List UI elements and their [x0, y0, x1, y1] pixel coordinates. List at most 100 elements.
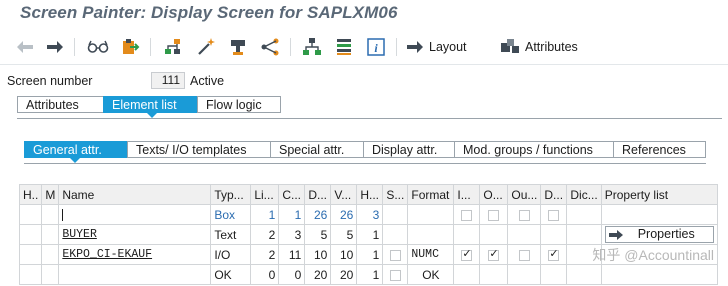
tab-references[interactable]: References	[613, 141, 706, 158]
stamp-icon[interactable]	[226, 37, 250, 57]
tab-flow-logic[interactable]: Flow logic	[197, 96, 281, 113]
hierarchy-tree-icon[interactable]	[161, 37, 185, 57]
text-cursor	[62, 209, 64, 222]
clipboard-transport-icon[interactable]	[118, 37, 142, 57]
column-header[interactable]: O...	[479, 184, 509, 205]
name-cell[interactable]	[58, 204, 212, 225]
height-cell: 1	[356, 224, 384, 245]
def-length-cell: 5	[304, 224, 332, 245]
screen-number-field[interactable]: 111	[151, 72, 185, 89]
column-header[interactable]: D...	[540, 184, 568, 205]
table-header-row: H.. M Name Typ... Li... C... D... V... H…	[18, 184, 718, 205]
attributes-button-label: Attributes	[525, 40, 578, 54]
def-length-cell: 26	[304, 204, 332, 225]
name-cell[interactable]	[58, 264, 212, 285]
name-cell[interactable]: EKPO_CI-EKAUF	[58, 244, 212, 265]
arrow-right-icon	[608, 230, 623, 240]
column-header[interactable]: H...	[356, 184, 384, 205]
format-cell: OK	[407, 264, 455, 285]
properties-button-label: Properties	[637, 227, 695, 241]
table-row[interactable]: Box 1 1 26 26 3	[18, 204, 718, 225]
column-header[interactable]: V...	[330, 184, 358, 205]
vis-length-cell: 10	[330, 244, 358, 265]
output-only-checkbox[interactable]	[518, 249, 530, 261]
column-header[interactable]: Li...	[250, 184, 280, 205]
sub-tabstrip: General attr. Texts/ I/O templates Speci…	[24, 141, 706, 158]
tab-element-list[interactable]: Element list	[103, 96, 198, 113]
column-header[interactable]: D...	[304, 184, 332, 205]
tab-attributes[interactable]: Attributes	[17, 96, 104, 113]
vis-length-cell: 5	[330, 224, 358, 245]
table-row[interactable]: OK 0 0 20 20 1 OK	[18, 264, 718, 285]
table-row[interactable]: BUYER Text 2 3 5 5 1 Properties	[18, 224, 718, 245]
arrow-right-icon	[407, 41, 423, 53]
screen-number-label: Screen number	[7, 74, 93, 88]
type-cell: I/O	[210, 244, 252, 265]
layout-button[interactable]: Layout	[406, 37, 467, 57]
line-cell: 0	[250, 264, 280, 285]
output-checkbox[interactable]	[488, 247, 500, 261]
info-icon[interactable]: i	[364, 37, 388, 57]
type-cell: Text	[210, 224, 252, 245]
format-cell: NUMC	[407, 244, 455, 265]
page-title: Screen Painter: Display Screen for SAPLX…	[20, 3, 398, 22]
column-header[interactable]: Format	[407, 184, 455, 205]
magic-wand-icon[interactable]	[194, 37, 218, 57]
layout-button-label: Layout	[429, 40, 467, 54]
tab-divider	[17, 118, 722, 119]
scroll-checkbox[interactable]	[389, 249, 401, 261]
height-cell: 3	[356, 204, 384, 225]
attributes-button[interactable]: Attributes	[500, 37, 578, 57]
column-header[interactable]: M	[41, 184, 60, 205]
stack-icon[interactable]	[332, 37, 356, 57]
element-list-table: H.. M Name Typ... Li... C... D... V... H…	[18, 184, 718, 285]
scroll-checkbox[interactable]	[389, 269, 401, 281]
back-arrow-icon[interactable]	[14, 37, 36, 57]
dict-checkbox[interactable]	[548, 247, 560, 261]
output-only-checkbox[interactable]	[518, 209, 530, 221]
input-checkbox[interactable]	[461, 247, 473, 261]
column-cell: 11	[278, 244, 306, 265]
watermark: 知乎 @Accountinall	[592, 247, 714, 263]
height-cell: 1	[356, 264, 384, 285]
height-cell: 1	[356, 244, 384, 265]
line-cell: 2	[250, 244, 280, 265]
input-checkbox[interactable]	[461, 209, 473, 221]
column-header[interactable]: S...	[382, 184, 409, 205]
column-header[interactable]: H..	[18, 184, 43, 205]
tab-texts-io-templates[interactable]: Texts/ I/O templates	[127, 141, 271, 158]
dict-checkbox[interactable]	[548, 209, 560, 221]
column-header[interactable]: Typ...	[210, 184, 252, 205]
column-header[interactable]: C...	[278, 184, 306, 205]
type-cell: Box	[210, 204, 252, 225]
name-cell[interactable]: BUYER	[58, 224, 212, 245]
column-header[interactable]: Property list	[600, 184, 718, 205]
column-cell: 1	[278, 204, 306, 225]
branch-icon[interactable]	[258, 37, 282, 57]
tab-display-attr[interactable]: Display attr.	[363, 141, 455, 158]
tab-general-attr[interactable]: General attr.	[24, 141, 128, 158]
application-toolbar: i Layout Attributes	[0, 30, 728, 65]
toolbar-separator	[150, 38, 151, 56]
subtab-divider	[24, 163, 706, 164]
column-cell: 0	[278, 264, 306, 285]
column-header[interactable]: Dic...	[566, 184, 602, 205]
type-cell: OK	[210, 264, 252, 285]
toolbar-separator	[74, 38, 75, 56]
column-header[interactable]: Name	[58, 184, 212, 205]
line-cell: 1	[250, 204, 280, 225]
vis-length-cell: 26	[330, 204, 358, 225]
screen-status: Active	[190, 74, 225, 88]
tab-mod-groups-functions[interactable]: Mod. groups / functions	[454, 141, 614, 158]
forward-arrow-icon[interactable]	[44, 37, 66, 57]
glasses-icon[interactable]	[86, 37, 110, 57]
column-cell: 3	[278, 224, 306, 245]
org-chart-icon[interactable]	[300, 37, 324, 57]
column-header[interactable]: Ou...	[507, 184, 542, 205]
tab-special-attr[interactable]: Special attr.	[270, 141, 364, 158]
properties-button[interactable]: Properties	[604, 226, 714, 243]
output-checkbox[interactable]	[488, 209, 500, 221]
def-length-cell: 10	[304, 244, 332, 265]
def-length-cell: 20	[304, 264, 332, 285]
column-header[interactable]: I...	[453, 184, 481, 205]
